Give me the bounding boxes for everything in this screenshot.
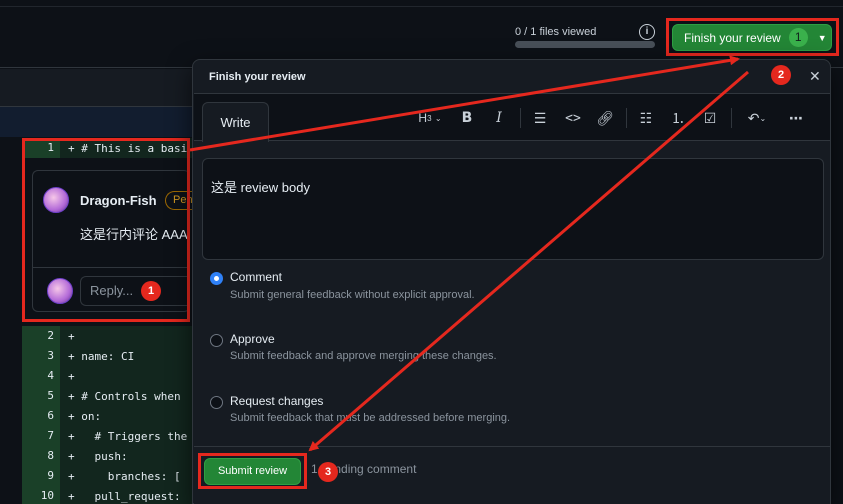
line-number: 7 <box>22 426 60 446</box>
annotation-marker-1: 1 <box>141 281 161 301</box>
pending-count-badge: 1 <box>788 28 808 47</box>
code-line[interactable]: 10 + pull_request: <box>22 486 202 504</box>
files-viewed-label: 0 / 1 files viewed <box>515 26 597 38</box>
code-line[interactable]: 2 + <box>22 326 202 346</box>
code-line[interactable]: 5 + # Controls when <box>22 386 202 406</box>
code-icon[interactable]: <> <box>563 108 583 128</box>
submit-review-button[interactable]: Submit review <box>204 458 301 485</box>
finish-review-label: Finish your review <box>684 30 781 45</box>
numbered-list-icon[interactable]: ⒈ <box>669 108 687 128</box>
toolbar-separator <box>520 108 521 128</box>
line-number: 8 <box>22 446 60 466</box>
code-line[interactable]: 4 + <box>22 366 202 386</box>
line-text: + name: CI <box>68 349 135 363</box>
inline-comment-highlight <box>22 138 190 322</box>
quote-icon[interactable]: ☰ <box>531 108 549 128</box>
tab-write[interactable]: Write <box>202 102 269 142</box>
top-divider <box>0 6 843 7</box>
close-icon[interactable]: ✕ <box>809 68 821 85</box>
option-comment-desc: Submit general feedback without explicit… <box>230 289 475 301</box>
dialog-title: Finish your review <box>209 71 306 83</box>
finish-review-dialog: Finish your review ✕ Write H3 ⌄ B I ☰ <>… <box>192 59 831 504</box>
code-line[interactable]: 8 + push: <box>22 446 202 466</box>
radio-approve[interactable] <box>210 334 223 347</box>
editor-toolbar <box>194 93 830 141</box>
radio-comment[interactable] <box>210 272 223 285</box>
code-line[interactable]: 6 + on: <box>22 406 202 426</box>
line-number: 10 <box>22 486 60 504</box>
line-text: + <box>68 329 75 343</box>
bold-icon[interactable]: B <box>459 108 475 128</box>
line-number: 4 <box>22 366 60 386</box>
line-text: + branches: [ <box>68 469 181 483</box>
heading-icon[interactable]: H3 ⌄ <box>415 108 445 128</box>
radio-request-changes[interactable] <box>210 396 223 409</box>
more-options-icon[interactable]: ⋯ <box>787 108 805 128</box>
bulleted-list-icon[interactable]: ☷ <box>637 108 655 128</box>
option-approve-label[interactable]: Approve <box>230 332 275 346</box>
annotation-marker-2: 2 <box>771 65 791 85</box>
link-icon[interactable]: 🔗︎ <box>596 108 614 128</box>
line-text: + <box>68 369 75 383</box>
line-number: 5 <box>22 386 60 406</box>
toolbar-separator <box>731 108 732 128</box>
line-text: + # Triggers the <box>68 429 188 443</box>
option-comment-label[interactable]: Comment <box>230 270 282 284</box>
review-body-text: 这是 review body <box>211 180 310 195</box>
option-approve-desc: Submit feedback and approve merging thes… <box>230 350 497 362</box>
line-text: + pull_request: <box>68 489 181 503</box>
caret-down-icon: ▼ <box>817 32 827 43</box>
line-number: 2 <box>22 326 60 346</box>
line-text: + push: <box>68 449 128 463</box>
option-request-changes-label[interactable]: Request changes <box>230 394 323 408</box>
line-number: 3 <box>22 346 60 366</box>
info-icon[interactable]: i <box>639 24 655 40</box>
line-number: 6 <box>22 406 60 426</box>
line-text: + # Controls when <box>68 389 181 403</box>
toolbar-separator <box>626 108 627 128</box>
italic-icon[interactable]: I <box>491 108 507 128</box>
task-list-icon[interactable]: ☑ <box>701 108 719 128</box>
line-number: 9 <box>22 466 60 486</box>
diff-file-header <box>0 69 200 107</box>
files-viewed-progress <box>515 41 655 48</box>
code-line[interactable]: 9 + branches: [ <box>22 466 202 486</box>
code-line[interactable]: 3 + name: CI <box>22 346 202 366</box>
reply-undo-icon[interactable]: ↶ ⌄ <box>742 108 772 128</box>
diff-hunk-header <box>0 107 200 137</box>
option-request-changes-desc: Submit feedback that must be addressed b… <box>230 412 511 424</box>
annotation-marker-3: 3 <box>318 462 338 482</box>
line-text: + on: <box>68 409 102 423</box>
finish-review-button[interactable]: Finish your review 1 ▼ <box>672 24 832 51</box>
code-line[interactable]: 7 + # Triggers the <box>22 426 202 446</box>
review-body-textarea[interactable]: 这是 review body <box>202 158 824 260</box>
